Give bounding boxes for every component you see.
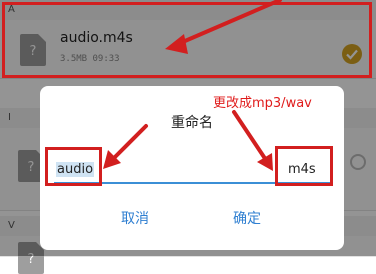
arrow-to-extension bbox=[232, 110, 268, 162]
arrow-to-file bbox=[176, 0, 282, 46]
annotation-arrows bbox=[103, 0, 282, 171]
arrowhead bbox=[165, 34, 188, 54]
arrow-to-name bbox=[110, 124, 148, 162]
file-picker-screen: A ? audio.m4s 3.5MB 09:33 I ? V ? 重命名 au… bbox=[0, 0, 376, 274]
